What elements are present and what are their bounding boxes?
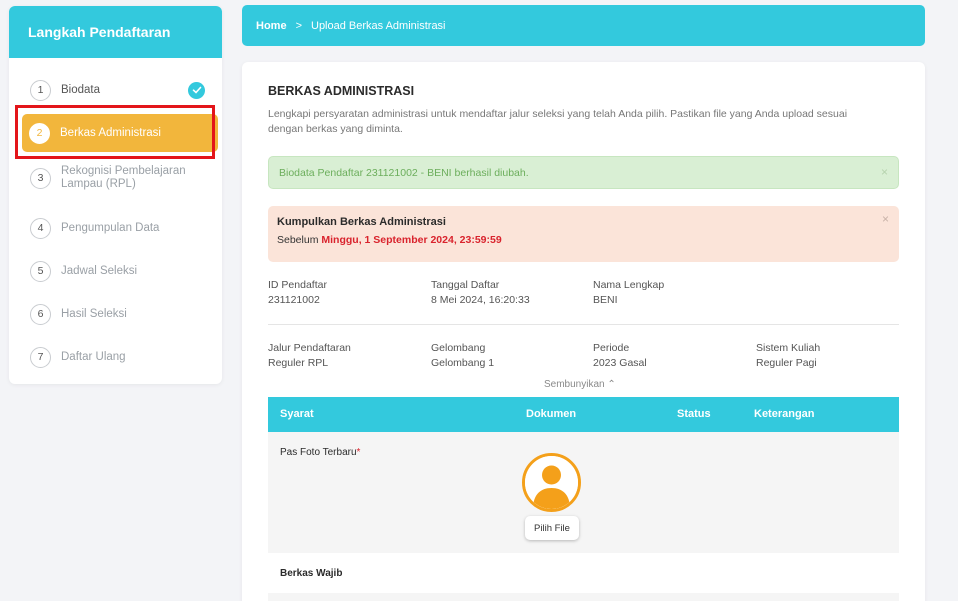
- info-sistem: Sistem Kuliah Reguler Pagi: [756, 341, 820, 371]
- info-label: Sistem Kuliah: [756, 342, 821, 354]
- divider: [268, 324, 899, 325]
- step-label: Jadwal Seleksi: [61, 264, 138, 277]
- step-hasil-seleksi[interactable]: 6 Hasil Seleksi: [21, 302, 209, 326]
- step-number: 4: [30, 217, 51, 239]
- info-label: Tanggal Daftar: [431, 279, 500, 291]
- table-row: Pas Foto Terbaru* Pilih File: [268, 432, 899, 553]
- info-jalur: Jalur Pendaftaran Reguler RPL: [268, 341, 351, 371]
- step-jadwal-seleksi[interactable]: 5 Jadwal Seleksi: [21, 259, 209, 283]
- sidebar: Langkah Pendaftaran 1 Biodata 2 Berkas A…: [9, 6, 222, 384]
- success-message: Biodata Pendaftar 231121002 - BENI berha…: [279, 166, 529, 179]
- step-number: 3: [30, 167, 51, 189]
- step-number: 2: [29, 122, 50, 144]
- table-header: Syarat Dokumen Status Keterangan: [268, 397, 899, 432]
- info-label: ID Pendaftar: [268, 279, 327, 291]
- required-mark: *: [356, 447, 361, 458]
- table-section-row: Berkas Wajib: [268, 553, 899, 593]
- page-description: Lengkapi persyaratan administrasi untuk …: [268, 108, 848, 135]
- avatar-placeholder-icon: [522, 453, 581, 512]
- info-value: Reguler Pagi: [756, 357, 817, 369]
- info-value: Reguler RPL: [268, 357, 329, 369]
- breadcrumb-separator: >: [295, 19, 302, 32]
- step-number: 6: [30, 303, 51, 325]
- syarat-cell: Pas Foto Terbaru*: [280, 447, 360, 458]
- column-header: Dokumen: [526, 408, 577, 420]
- step-label: Daftar Ulang: [61, 350, 126, 363]
- info-periode: Periode 2023 Gasal: [593, 341, 647, 371]
- column-header: Syarat: [280, 408, 314, 420]
- step-label: Pengumpulan Data: [61, 221, 160, 234]
- step-number: 7: [30, 346, 51, 368]
- close-icon[interactable]: ×: [882, 212, 889, 226]
- main-card: BERKAS ADMINISTRASI Lengkapi persyaratan…: [242, 62, 925, 601]
- step-pengumpulan-data[interactable]: 4 Pengumpulan Data: [21, 216, 209, 240]
- page-title: BERKAS ADMINISTRASI: [268, 84, 415, 98]
- step-berkas-administrasi[interactable]: 2 Berkas Administrasi: [22, 114, 218, 152]
- step-label: Rekognisi Pembelajaran Lampau (RPL): [61, 165, 186, 190]
- info-value: 8 Mei 2024, 16:20:33: [431, 294, 530, 306]
- deadline-prefix: Sebelum: [277, 234, 319, 246]
- step-label: Hasil Seleksi: [61, 307, 127, 320]
- breadcrumb: Home > Upload Berkas Administrasi: [242, 5, 925, 46]
- info-value: BENI: [593, 294, 618, 306]
- sidebar-title: Langkah Pendaftaran: [9, 6, 222, 58]
- info-id: ID Pendaftar 231121002: [268, 278, 327, 308]
- column-header: Keterangan: [754, 408, 815, 420]
- info-gelombang: Gelombang Gelombang 1: [431, 341, 494, 371]
- step-number: 5: [30, 260, 51, 282]
- step-biodata[interactable]: 1 Biodata: [21, 78, 209, 102]
- step-number: 1: [30, 79, 51, 101]
- info-value: 2023 Gasal: [593, 357, 647, 369]
- table-row: [268, 593, 899, 601]
- deadline-text: Sebelum Minggu, 1 September 2024, 23:59:…: [277, 234, 890, 246]
- info-value: 231121002: [268, 294, 320, 306]
- info-value: Gelombang 1: [431, 357, 495, 369]
- info-label: Jalur Pendaftaran: [268, 342, 351, 354]
- deadline-title: Kumpulkan Berkas Administrasi: [277, 216, 446, 228]
- step-label: Biodata: [61, 83, 101, 96]
- step-label: Berkas Administrasi: [60, 126, 161, 139]
- info-label: Gelombang: [431, 342, 486, 354]
- pilih-file-button[interactable]: Pilih File: [525, 516, 579, 540]
- close-icon[interactable]: ×: [881, 165, 888, 179]
- success-alert: Biodata Pendaftar 231121002 - BENI berha…: [268, 156, 899, 189]
- info-label: Periode: [593, 342, 630, 354]
- info-label: Nama Lengkap: [593, 279, 665, 291]
- breadcrumb-home[interactable]: Home: [256, 20, 287, 32]
- column-header: Status: [677, 408, 711, 420]
- deadline-alert: Kumpulkan Berkas Administrasi Sebelum Mi…: [268, 206, 899, 262]
- info-nama: Nama Lengkap BENI: [593, 278, 664, 308]
- deadline-date: Minggu, 1 September 2024, 23:59:59: [321, 234, 502, 246]
- check-icon: [188, 81, 205, 99]
- section-label: Berkas Wajib: [280, 568, 343, 579]
- hide-details-link[interactable]: Sembunyikan ⌃: [544, 379, 616, 390]
- syarat-label: Pas Foto Terbaru: [280, 447, 357, 458]
- step-daftar-ulang[interactable]: 7 Daftar Ulang: [21, 345, 209, 369]
- step-rpl[interactable]: 3 Rekognisi Pembelajaran Lampau (RPL): [21, 164, 209, 192]
- info-tanggal: Tanggal Daftar 8 Mei 2024, 16:20:33: [431, 278, 530, 308]
- breadcrumb-current: Upload Berkas Administrasi: [311, 19, 446, 32]
